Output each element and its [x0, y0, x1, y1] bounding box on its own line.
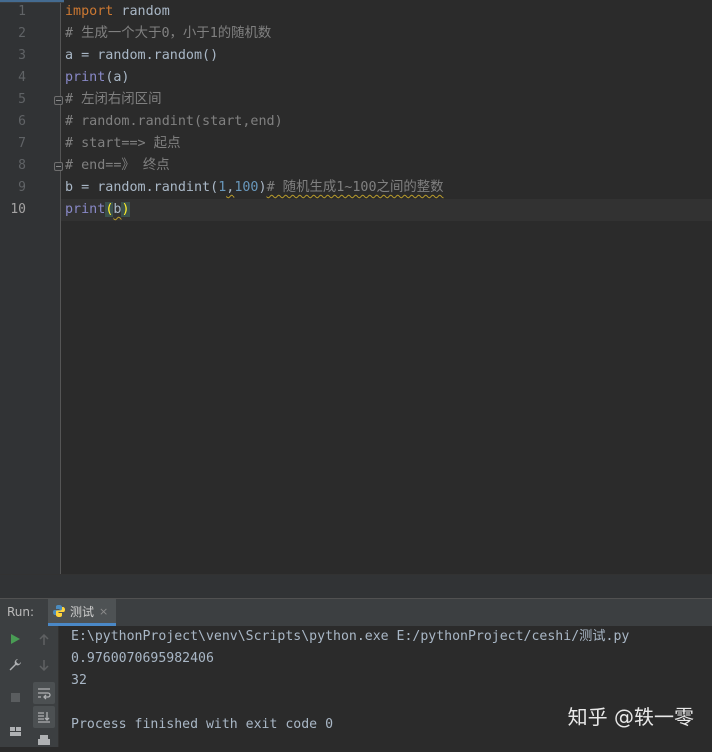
line-number: 3 [18, 48, 26, 63]
code-line-3[interactable]: a = random.random() [65, 45, 218, 67]
watermark: 知乎 @轶一零 [567, 705, 694, 729]
console-output[interactable]: E:\pythonProject\venv\Scripts\python.exe… [71, 626, 629, 736]
code-text: b = random.randint( [65, 180, 219, 195]
matched-paren: ) [121, 202, 130, 217]
line-number: 1 [18, 4, 26, 19]
line-number-gutter: 1 2 3 4 5 6 7 8 9 10 [0, 0, 61, 574]
down-arrow-icon[interactable] [33, 654, 55, 676]
layout-icon[interactable] [4, 720, 26, 742]
stop-icon[interactable] [4, 686, 26, 708]
python-icon [53, 605, 65, 617]
builtin-print: print [65, 70, 106, 85]
builtin-print: print [65, 202, 106, 217]
code-line-9[interactable]: b = random.randint(1,100)# 随机生成1~100之间的整… [65, 177, 444, 199]
console-line-output: 32 [71, 673, 87, 688]
run-toolbar-left [0, 626, 31, 747]
code-line-10[interactable]: print(b) [65, 199, 130, 221]
line-number: 4 [18, 70, 26, 85]
line-number: 6 [18, 114, 26, 129]
scroll-to-end-icon[interactable] [33, 706, 55, 728]
run-label: Run: [7, 605, 35, 619]
line-number-current: 10 [10, 202, 26, 217]
inline-comment: # 随机生成1~100之间的整数 [266, 180, 444, 195]
fold-end-icon[interactable] [54, 162, 63, 171]
soft-wrap-icon[interactable] [33, 682, 55, 704]
panel-splitter[interactable] [0, 574, 712, 599]
console-line-output: 0.9760070695982406 [71, 651, 214, 666]
code-line-8[interactable]: # end==》 终点 [65, 155, 170, 177]
line-number: 8 [18, 158, 26, 173]
code-text: (a) [105, 70, 130, 85]
code-editor[interactable]: 1 2 3 4 5 6 7 8 9 10 import random # 生成一… [0, 0, 712, 574]
line-number: 5 [18, 92, 26, 107]
keyword-import: import [65, 4, 114, 19]
code-text: random [113, 4, 170, 19]
run-toolbar-right [30, 626, 59, 747]
line-number: 7 [18, 136, 26, 151]
console-line-command: E:\pythonProject\venv\Scripts\python.exe… [71, 629, 630, 644]
run-icon[interactable] [4, 628, 26, 650]
code-line-7[interactable]: # start==> 起点 [65, 133, 180, 155]
editor-tab-strip [0, 0, 64, 3]
current-line-highlight [61, 199, 712, 221]
run-tab-label: 测试 [70, 604, 95, 619]
close-icon[interactable]: × [99, 605, 108, 618]
code-text: ) [258, 180, 267, 195]
code-line-6[interactable]: # random.randint(start,end) [65, 111, 283, 133]
console-line-exit: Process finished with exit code 0 [71, 717, 334, 732]
run-panel-header: Run: 测试 × [0, 598, 712, 627]
line-number: 2 [18, 26, 26, 41]
line-number: 9 [18, 180, 26, 195]
code-line-1[interactable]: import random [65, 1, 170, 23]
run-tab[interactable]: 测试 × [48, 599, 117, 626]
fold-start-icon[interactable] [54, 96, 63, 105]
code-line-4[interactable]: print(a) [65, 67, 130, 89]
code-line-2[interactable]: # 生成一个大于0，小于1的随机数 [65, 23, 271, 45]
code-line-5[interactable]: # 左闭右闭区间 [65, 89, 161, 111]
up-arrow-icon[interactable] [33, 629, 55, 651]
number-literal: 100 [234, 180, 259, 195]
print-icon[interactable] [33, 730, 55, 752]
wrench-icon[interactable] [4, 654, 26, 676]
